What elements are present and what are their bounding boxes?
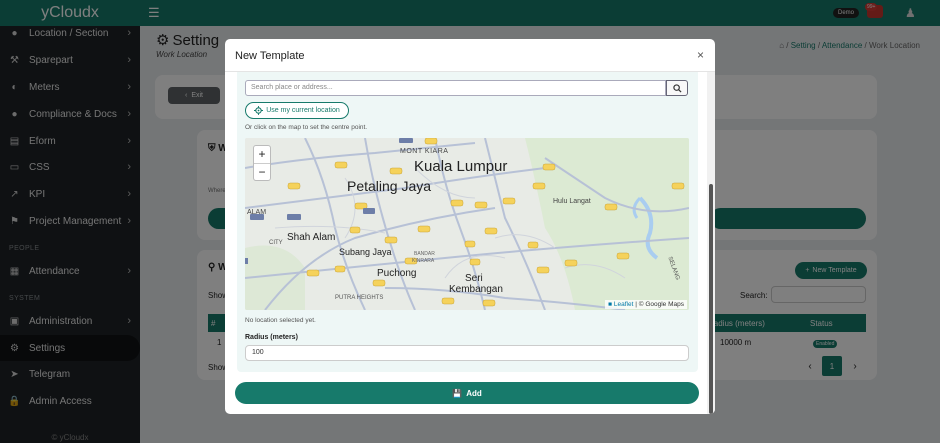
add-label: Add xyxy=(466,388,482,398)
leaflet-link[interactable]: ■ Leaflet xyxy=(608,301,633,308)
radius-input[interactable]: 100 xyxy=(245,345,689,361)
use-location-label: Use my current location xyxy=(266,107,340,114)
map-label-putra-heights: PUTRA HEIGHTS xyxy=(335,295,384,301)
map-label-alam: ALAM xyxy=(247,209,267,216)
add-button[interactable]: 💾 Add xyxy=(235,382,699,404)
leaflet-link-text: Leaflet xyxy=(613,301,634,308)
modal-title: New Template xyxy=(235,50,305,62)
place-search-button[interactable] xyxy=(666,80,688,96)
save-icon: 💾 xyxy=(452,388,463,398)
map-label-kinrara: KINRARA xyxy=(412,258,435,264)
map-label-shah-alam: Shah Alam xyxy=(287,232,336,243)
map-label-puchong: Puchong xyxy=(377,268,417,279)
map-label-petaling-jaya: Petaling Jaya xyxy=(347,178,432,194)
map-label-subang-jaya: Subang Jaya xyxy=(339,247,392,257)
map-label-kembangan: Kembangan xyxy=(449,284,503,295)
zoom-out-button[interactable]: − xyxy=(254,164,270,181)
map-label-city: CITY xyxy=(269,240,283,246)
map-label-hulu-langat: Hulu Langat xyxy=(553,198,591,205)
close-icon[interactable]: × xyxy=(697,48,704,62)
google-attribution: | © Google Maps xyxy=(635,301,684,308)
search-icon xyxy=(672,83,682,93)
map-hint: Or click on the map to set the centre po… xyxy=(245,124,368,131)
map-label-mont-kiara: MONT KIARA xyxy=(400,148,449,155)
crosshair-icon xyxy=(254,106,264,115)
map-label-kuala-lumpur: Kuala Lumpur xyxy=(414,158,508,175)
place-search-input[interactable]: Search place or address... xyxy=(245,80,666,96)
zoom-in-button[interactable]: + xyxy=(254,146,270,163)
map-label-seri: Seri xyxy=(465,273,483,284)
modal-scrollbar-thumb[interactable] xyxy=(709,184,713,414)
map-zoom-control: + − xyxy=(253,145,271,181)
location-map[interactable]: Kuala Lumpur Petaling Jaya MONT KIARA Sh… xyxy=(245,138,689,310)
map-label-bandar: BANDAR xyxy=(414,251,435,257)
no-location-text: No location selected yet. xyxy=(245,317,316,324)
radius-label: Radius (meters) xyxy=(245,334,298,341)
map-attribution: ■ Leaflet | © Google Maps xyxy=(605,300,687,309)
new-template-modal: New Template × Search place or address..… xyxy=(225,39,715,414)
use-current-location-button[interactable]: Use my current location xyxy=(245,102,349,119)
